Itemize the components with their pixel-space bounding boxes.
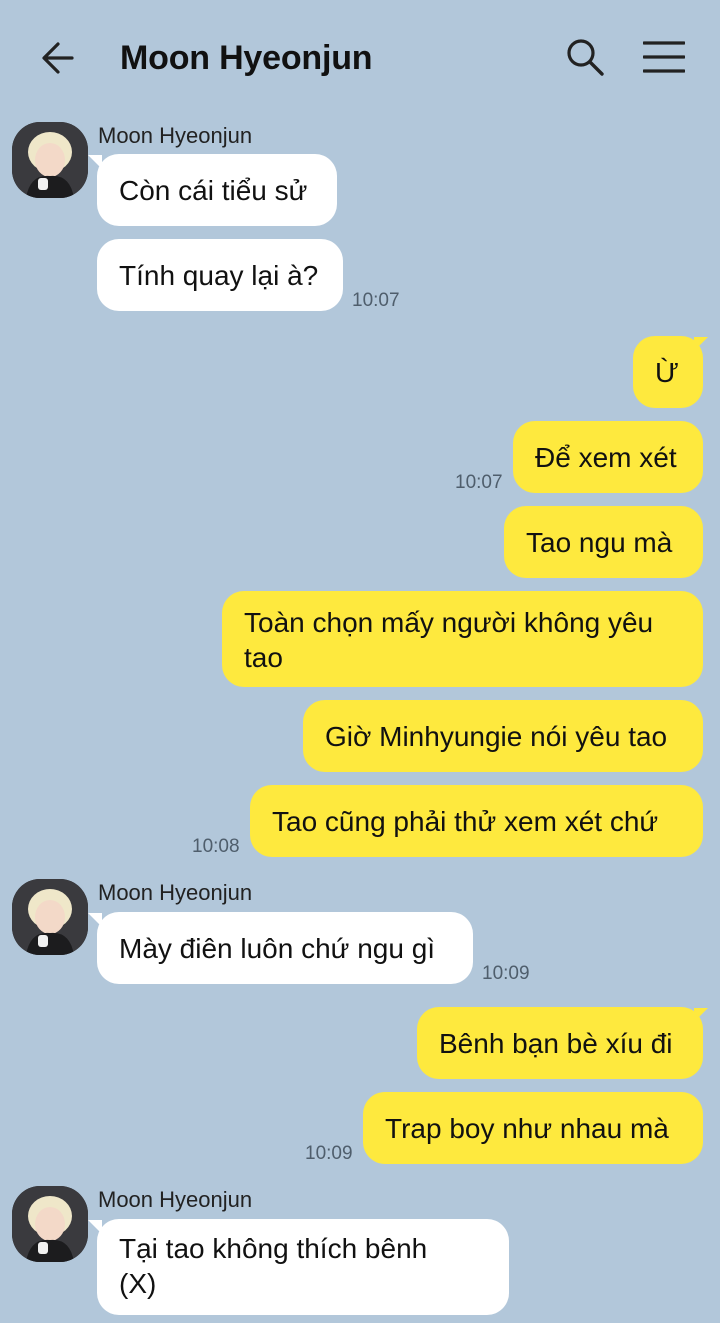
message-bubble[interactable]: Ừ (633, 336, 703, 408)
message-bubble[interactable]: Trap boy như nhau mà (363, 1092, 703, 1164)
message-bubble[interactable]: Tính quay lại à? (97, 239, 343, 311)
avatar-image (12, 1186, 88, 1262)
message-bubble[interactable]: Mày điên luôn chứ ngu gì (97, 912, 473, 984)
sender-name: Moon Hyeonjun (98, 880, 253, 905)
message-bubble[interactable]: Tại tao không thích bênh (X) (97, 1219, 509, 1315)
sender-name: Moon Hyeonjun (98, 1187, 253, 1212)
message-bubble[interactable]: Tao ngu mà (504, 506, 703, 578)
chat-header: Moon Hyeonjun (0, 0, 720, 112)
avatar[interactable] (12, 1186, 88, 1262)
message-time: 10:08 (192, 836, 240, 857)
hamburger-menu-icon (643, 41, 685, 73)
message-bubble[interactable]: Giờ Minhyungie nói yêu tao (303, 700, 703, 772)
message-time: 10:07 (352, 290, 400, 311)
message-bubble[interactable]: Toàn chọn mấy người không yêu tao (222, 591, 703, 687)
chat-title: Moon Hyeonjun (120, 39, 373, 77)
message-time: 10:09 (305, 1143, 353, 1164)
avatar[interactable] (12, 879, 88, 955)
message-bubble[interactable]: Để xem xét (513, 421, 703, 493)
search-icon (567, 39, 604, 76)
menu-button[interactable] (640, 36, 688, 78)
message-bubble[interactable]: Tao cũng phải thử xem xét chứ (250, 785, 703, 857)
message-bubble[interactable]: Bênh bạn bè xíu đi (417, 1007, 703, 1079)
arrow-left-icon (42, 42, 74, 74)
avatar-image (12, 879, 88, 955)
avatar-image (12, 122, 88, 198)
message-time: 10:09 (482, 963, 530, 984)
message-bubble[interactable]: Còn cái tiểu sử (97, 154, 337, 226)
avatar[interactable] (12, 122, 88, 198)
sender-name: Moon Hyeonjun (98, 123, 253, 148)
search-button[interactable] (562, 34, 608, 80)
message-time: 10:07 (455, 472, 503, 493)
back-button[interactable] (36, 36, 80, 80)
